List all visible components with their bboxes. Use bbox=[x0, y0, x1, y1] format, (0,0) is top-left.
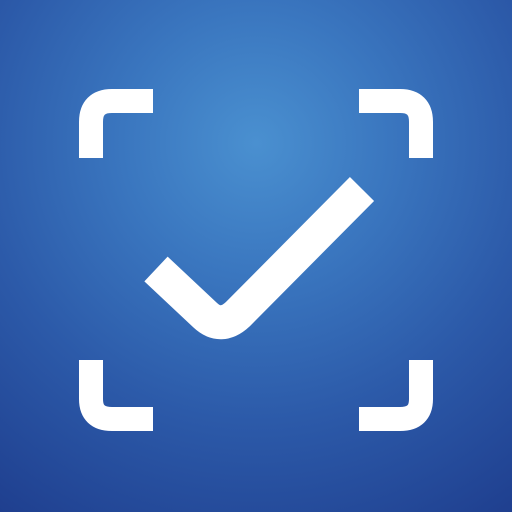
corner-bottom-right-icon bbox=[359, 360, 433, 431]
corner-top-right-icon bbox=[359, 89, 433, 158]
scan-check-graphic bbox=[79, 89, 433, 431]
corner-top-left-icon bbox=[79, 89, 153, 158]
check-mark-icon bbox=[144, 177, 375, 340]
corner-bottom-left-icon bbox=[79, 360, 153, 431]
app-icon bbox=[0, 0, 512, 512]
